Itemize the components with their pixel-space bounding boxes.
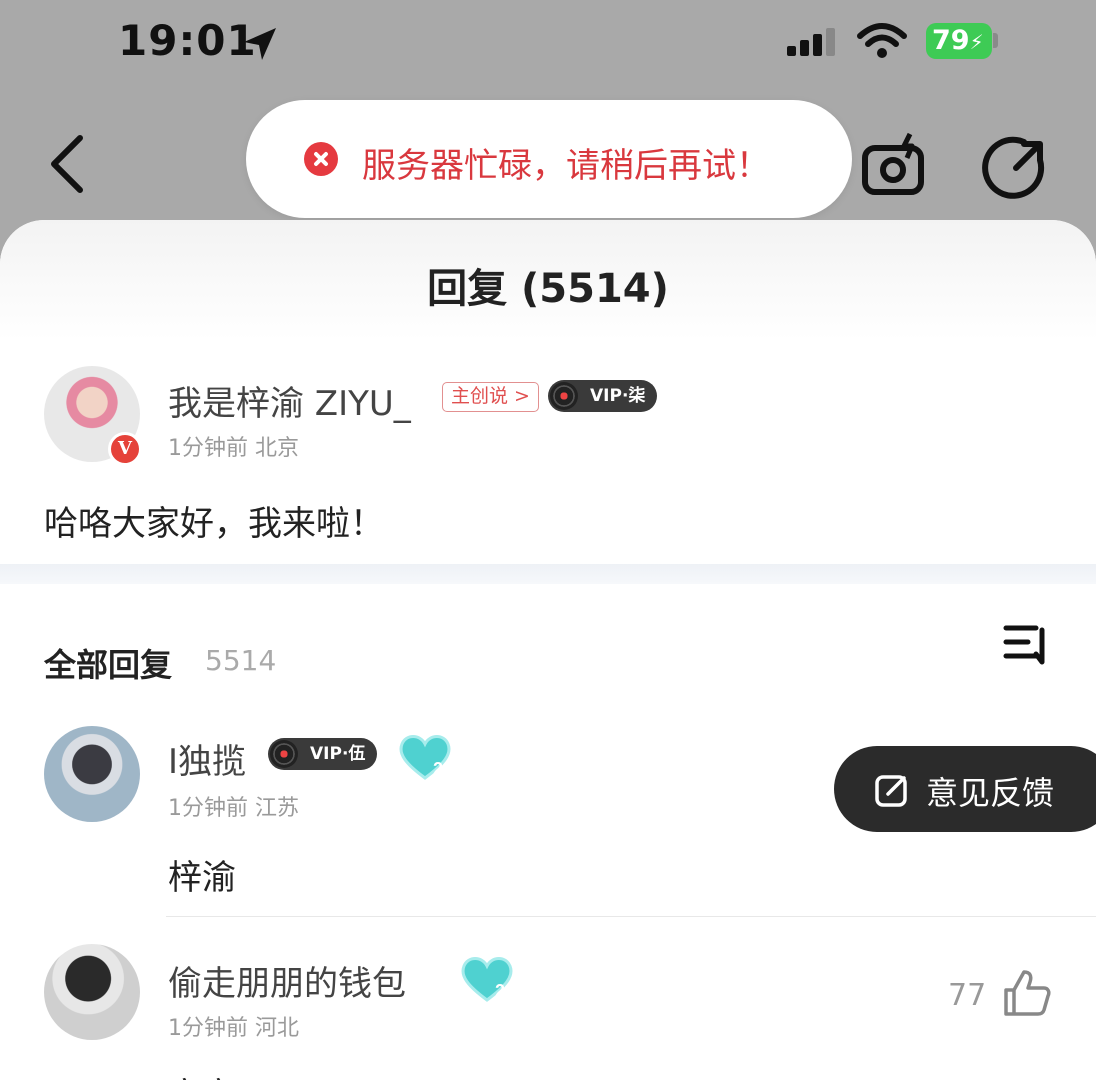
- reply-text[interactable]: 梓渝: [168, 850, 236, 899]
- feedback-label: 意见反馈: [926, 774, 1055, 812]
- vinyl-icon: [550, 382, 578, 410]
- section-divider: [0, 564, 1096, 584]
- battery-charging-icon: ⚡: [969, 30, 984, 54]
- sheet-title: 回复 (5514): [427, 266, 669, 312]
- reply-avatar[interactable]: [44, 944, 140, 1040]
- vip-badge: VIP·伍: [268, 738, 378, 770]
- vip-label: VIP·柒: [590, 386, 646, 406]
- location-arrow-icon: [244, 28, 276, 60]
- error-icon: [304, 142, 338, 176]
- status-bar: 19:01 79⚡: [0, 0, 1096, 90]
- creator-tag[interactable]: 主创说 >: [442, 382, 539, 412]
- reply-avatar[interactable]: [44, 726, 140, 822]
- replies-count: 5514: [205, 644, 277, 677]
- author-meta: 1分钟前 北京: [168, 436, 299, 461]
- vip-label: VIP·伍: [310, 744, 366, 764]
- wifi-icon: [857, 23, 907, 58]
- battery-cap: [993, 33, 998, 48]
- reply-username[interactable]: I独揽: [168, 734, 246, 783]
- heart-level: 2: [433, 759, 443, 779]
- battery-level: 79: [932, 25, 970, 56]
- thumbs-up-icon[interactable]: [1002, 968, 1052, 1018]
- author-name[interactable]: 我是梓渝 ZIYU_: [168, 376, 411, 425]
- signal-icon: [787, 28, 835, 56]
- vinyl-icon: [270, 740, 298, 768]
- reply-sheet: 回复 (5514) V 我是梓渝 ZIYU_ 主创说 > VIP·柒 1分钟前 …: [0, 220, 1096, 1080]
- feedback-button[interactable]: 意见反馈: [834, 746, 1096, 832]
- vip-badge: VIP·柒: [548, 380, 658, 412]
- heart-level: 2: [495, 981, 505, 1001]
- error-toast: 服务器忙碌，请稍后再试！: [246, 100, 852, 218]
- toast-message: 服务器忙碌，请稍后再试！: [362, 146, 770, 186]
- row-divider: [166, 916, 1096, 917]
- author-comment[interactable]: 哈咯大家好，我来啦！: [44, 496, 384, 545]
- replies-title: 全部回复: [44, 646, 173, 684]
- reply-text[interactable]: 宝宝: [168, 1068, 236, 1080]
- like-count: 77: [948, 978, 987, 1013]
- back-icon[interactable]: [42, 132, 92, 196]
- reply-username[interactable]: 偷走朋朋的钱包: [168, 956, 406, 1005]
- sort-icon[interactable]: [1002, 622, 1050, 670]
- verified-badge: V: [108, 432, 142, 466]
- reply-meta: 1分钟前 江苏: [168, 796, 299, 821]
- heart-level-icon: 2: [399, 735, 451, 780]
- camera-icon[interactable]: [860, 132, 930, 198]
- status-time: 19:01: [118, 16, 257, 65]
- share-icon[interactable]: [982, 132, 1052, 202]
- edit-icon: [875, 775, 907, 807]
- reply-meta: 1分钟前 河北: [168, 1016, 299, 1041]
- heart-level-icon: 2: [461, 957, 513, 1002]
- battery-indicator: 79⚡: [926, 23, 992, 59]
